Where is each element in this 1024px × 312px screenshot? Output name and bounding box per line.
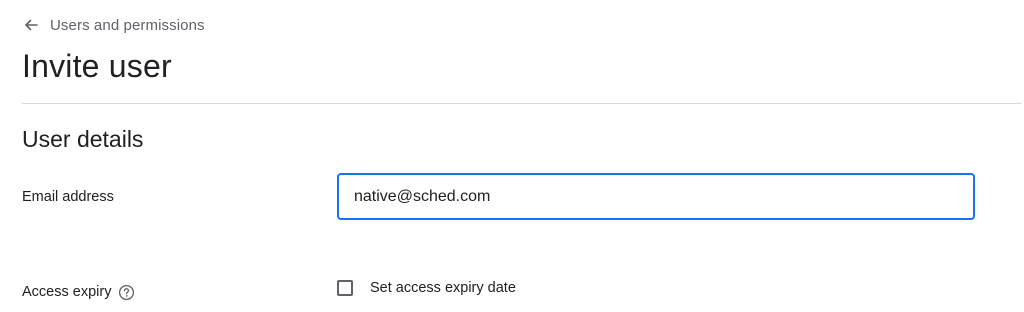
- email-field[interactable]: [337, 173, 975, 220]
- breadcrumb-link-users-and-permissions[interactable]: Users and permissions: [50, 17, 205, 34]
- email-label-text: Email address: [22, 189, 114, 205]
- email-field-label: Email address: [22, 187, 114, 207]
- access-expiry-checkbox-row[interactable]: Set access expiry date: [337, 278, 516, 298]
- breadcrumb[interactable]: Users and permissions: [22, 14, 205, 36]
- header-divider: [22, 103, 1022, 104]
- page-title: Invite user: [22, 48, 172, 84]
- access-expiry-checkbox[interactable]: [337, 280, 353, 296]
- arrow-back-icon[interactable]: [22, 16, 40, 34]
- access-expiry-label-text: Access expiry: [22, 284, 112, 300]
- section-title-user-details: User details: [22, 126, 144, 152]
- invite-user-page: Users and permissions Invite user User d…: [0, 0, 1024, 312]
- access-expiry-field-label: Access expiry: [22, 282, 135, 302]
- help-circle-icon[interactable]: [117, 283, 135, 301]
- access-expiry-checkbox-label[interactable]: Set access expiry date: [370, 280, 516, 296]
